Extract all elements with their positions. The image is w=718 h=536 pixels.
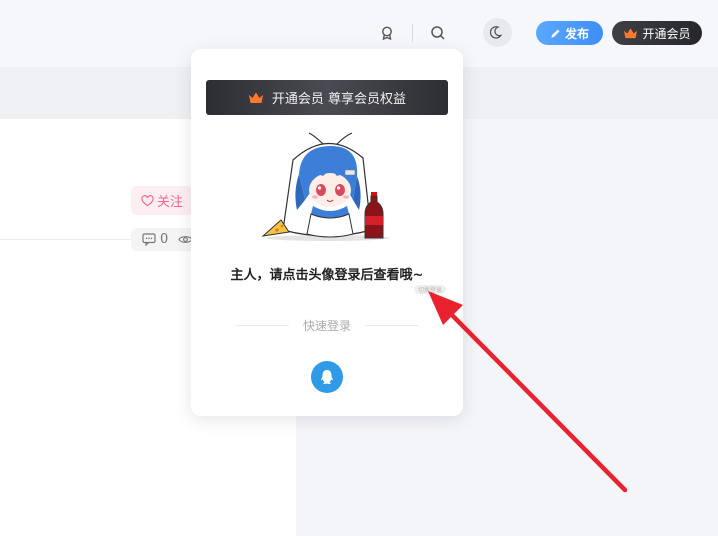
search-icon	[431, 26, 445, 40]
qq-login-button[interactable]	[311, 361, 343, 393]
crown-icon	[248, 92, 263, 103]
login-popup: 开通会员 尊享会员权益 主人，请点击头像登录后查看哦~ 切换登录 快速登录	[191, 49, 463, 416]
search-button[interactable]	[424, 19, 452, 47]
header-divider	[412, 24, 413, 42]
dark-mode-toggle[interactable]	[483, 18, 512, 47]
vip-label: 开通会员	[642, 26, 691, 41]
divider-line-left	[236, 324, 289, 326]
mascot-illustration	[261, 132, 390, 241]
heart-icon	[141, 194, 154, 206]
divider-line-right	[365, 324, 419, 326]
comment-count: 0	[160, 232, 169, 247]
comment-icon	[142, 233, 156, 246]
switch-login-tag[interactable]: 切换登录	[414, 285, 446, 294]
vip-banner-text: 开通会员 尊享会员权益	[271, 92, 407, 107]
crown-icon	[624, 27, 638, 38]
badge-button[interactable]	[373, 19, 401, 47]
open-vip-button[interactable]: 开通会员	[612, 21, 702, 45]
login-prompt-message: 主人，请点击头像登录后查看哦~	[230, 268, 424, 283]
publish-button[interactable]: 发布	[536, 21, 603, 45]
pencil-icon	[551, 28, 560, 38]
badge-icon	[382, 26, 392, 41]
quick-login-divider: 快速登录	[236, 317, 419, 333]
quick-login-label: 快速登录	[303, 318, 352, 333]
follow-button[interactable]: 关注	[131, 186, 193, 215]
qq-icon	[321, 370, 333, 384]
publish-label: 发布	[564, 26, 589, 41]
vip-banner[interactable]: 开通会员 尊享会员权益	[206, 80, 448, 115]
follow-label: 关注	[157, 195, 184, 210]
moon-icon	[490, 26, 503, 39]
